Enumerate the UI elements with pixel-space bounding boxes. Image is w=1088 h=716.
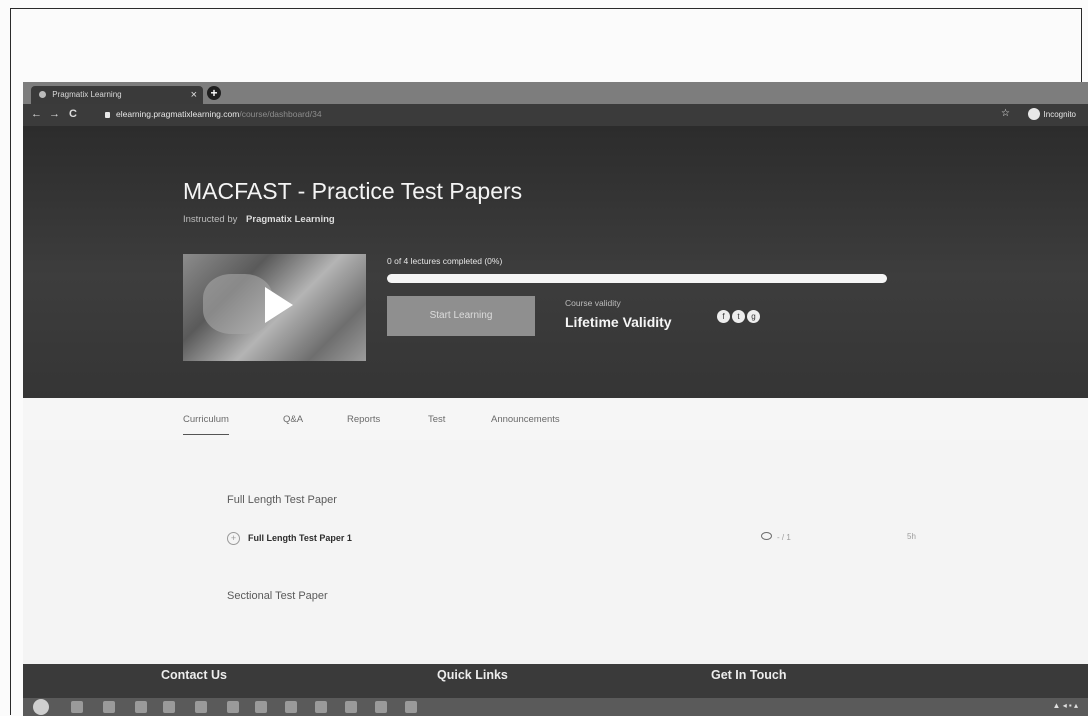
bookmark-star-icon[interactable]: ☆ bbox=[1001, 108, 1010, 119]
taskbar-app-icon[interactable] bbox=[195, 701, 207, 713]
start-menu-icon[interactable] bbox=[33, 699, 49, 715]
footer-quick-links-heading: Quick Links bbox=[437, 668, 508, 682]
instructor-name[interactable]: Pragmatix Learning bbox=[246, 214, 335, 225]
lecture-title[interactable]: Full Length Test Paper 1 bbox=[248, 533, 352, 543]
tab-announcements[interactable]: Announcements bbox=[491, 414, 560, 425]
taskbar-app-icon[interactable] bbox=[315, 701, 327, 713]
address-bar: ← → C elearning.pragmatixlearning.com/co… bbox=[23, 104, 1088, 126]
taskbar-app-icon[interactable] bbox=[345, 701, 357, 713]
browser-tab[interactable]: Pragmatix Learning × bbox=[31, 86, 203, 104]
validity-label: Course validity bbox=[565, 298, 621, 308]
section-title: Sectional Test Paper bbox=[227, 590, 328, 602]
os-taskbar: ▲ ◂ ▪ ▴ bbox=[23, 698, 1088, 716]
tab-curriculum[interactable]: Curriculum bbox=[183, 414, 229, 435]
course-hero: MACFAST - Practice Test Papers Instructe… bbox=[23, 126, 1088, 398]
tab-reports[interactable]: Reports bbox=[347, 414, 380, 425]
progress-bar bbox=[387, 274, 887, 283]
site-footer: Contact Us Quick Links Get In Touch ▲ ◂ … bbox=[23, 664, 1088, 716]
tab-qa[interactable]: Q&A bbox=[283, 414, 303, 425]
instructor-line: Instructed by Pragmatix Learning bbox=[183, 214, 335, 225]
url-path: /course/dashboard/34 bbox=[239, 109, 322, 119]
taskbar-app-icon[interactable] bbox=[103, 701, 115, 713]
taskbar-app-icon[interactable] bbox=[375, 701, 387, 713]
profile-button[interactable]: Incognito bbox=[1027, 108, 1076, 120]
taskbar-app-icon[interactable] bbox=[255, 701, 267, 713]
browser-tab-strip: Pragmatix Learning × + bbox=[23, 82, 1088, 104]
browser-screen: Pragmatix Learning × + ← → C elearning.p… bbox=[23, 82, 1088, 716]
taskbar-app-icon[interactable] bbox=[285, 701, 297, 713]
lock-icon bbox=[105, 112, 110, 118]
tab-test[interactable]: Test bbox=[428, 414, 445, 425]
reload-icon[interactable]: C bbox=[69, 108, 77, 120]
footer-contact-heading: Contact Us bbox=[161, 668, 227, 682]
profile-label: Incognito bbox=[1043, 110, 1076, 119]
curriculum-panel: Full Length Test Paper + Full Length Test… bbox=[23, 440, 1088, 660]
browser-tab-title: Pragmatix Learning bbox=[52, 90, 122, 99]
taskbar-app-icon[interactable] bbox=[163, 701, 175, 713]
lecture-row[interactable]: + Full Length Test Paper 1 bbox=[227, 532, 352, 545]
course-tabs: Curriculum Q&A Reports Test Announcement… bbox=[23, 398, 1088, 440]
tab-close-icon[interactable]: × bbox=[191, 86, 197, 104]
taskbar-app-icon[interactable] bbox=[405, 701, 417, 713]
facebook-icon[interactable]: f bbox=[717, 310, 730, 323]
progress-text: 0 of 4 lectures completed (0%) bbox=[387, 256, 503, 266]
thumbnail-image bbox=[203, 274, 273, 334]
instructed-by-label: Instructed by bbox=[183, 214, 238, 225]
back-icon[interactable]: ← bbox=[31, 108, 42, 120]
eye-icon bbox=[761, 532, 772, 540]
taskbar-app-icon[interactable] bbox=[227, 701, 239, 713]
social-share: ftg bbox=[717, 306, 762, 324]
course-video-thumbnail[interactable] bbox=[183, 254, 366, 361]
taskbar-app-icon[interactable] bbox=[135, 701, 147, 713]
forward-icon[interactable]: → bbox=[49, 108, 60, 120]
system-tray[interactable]: ▲ ◂ ▪ ▴ bbox=[1053, 701, 1078, 710]
footer-get-in-touch-heading: Get In Touch bbox=[711, 668, 787, 682]
url-domain: elearning.pragmatixlearning.com bbox=[116, 109, 240, 119]
course-title: MACFAST - Practice Test Papers bbox=[183, 178, 523, 204]
validity-value: Lifetime Validity bbox=[565, 314, 672, 330]
lecture-duration: 5h bbox=[907, 532, 916, 541]
url-field[interactable]: elearning.pragmatixlearning.com/course/d… bbox=[105, 109, 322, 119]
favicon-icon bbox=[39, 91, 46, 98]
start-learning-button[interactable]: Start Learning bbox=[387, 296, 535, 336]
new-tab-button[interactable]: + bbox=[207, 86, 221, 100]
lecture-views: - / 1 bbox=[761, 532, 791, 542]
incognito-icon bbox=[1027, 108, 1040, 120]
google-icon[interactable]: g bbox=[747, 310, 760, 323]
twitter-icon[interactable]: t bbox=[732, 310, 745, 323]
play-icon[interactable] bbox=[265, 287, 293, 323]
expand-plus-icon[interactable]: + bbox=[227, 532, 240, 545]
section-title: Full Length Test Paper bbox=[227, 494, 337, 506]
lecture-views-value: - / 1 bbox=[777, 533, 791, 542]
taskbar-app-icon[interactable] bbox=[71, 701, 83, 713]
